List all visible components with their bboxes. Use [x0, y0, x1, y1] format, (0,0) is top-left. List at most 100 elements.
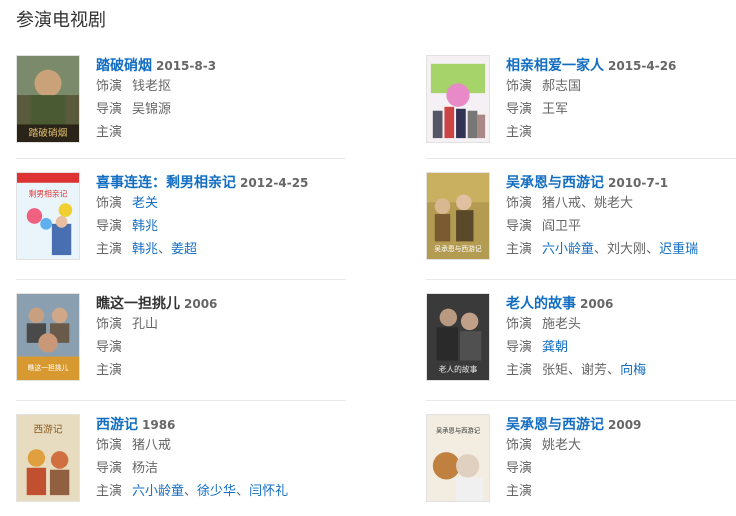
divider [16, 158, 346, 159]
cast-label: 主演 [96, 484, 123, 499]
role-value: 郝志国 [542, 79, 582, 94]
drama-date: 2015-4-26 [608, 59, 677, 73]
drama-title[interactable]: 相亲相爱一家人 [506, 58, 604, 74]
drama-card: 踏破硝烟 踏破硝烟 2015-8-3 饰演 钱老抠 导演 吴锦源 主演 [16, 55, 336, 151]
poster-title: 吴承恩与西游记 [434, 244, 482, 253]
drama-card: 吴承恩与西游记 吴承恩与西游记 2010-7-1 饰演 猪八戒、姚老大 导演 阎卫平 … [426, 172, 736, 268]
drama-title[interactable]: 吴承恩与西游记 [506, 417, 604, 433]
separator: 、 [158, 242, 172, 257]
role-value: 施老头 [542, 317, 582, 332]
role-value: 钱老抠 [132, 79, 172, 94]
director-label: 导演 [96, 340, 123, 355]
drama-date: 2010-7-1 [608, 176, 669, 190]
cast-label: 主演 [96, 125, 123, 140]
poster-image[interactable]: 吴承恩与西游记 [426, 414, 490, 502]
poster-image[interactable] [426, 55, 490, 143]
role-value: 猪八戒、姚老大 [542, 196, 634, 211]
poster-image[interactable]: 吴承恩与西游记 [426, 172, 490, 260]
drama-date: 1986 [142, 418, 176, 432]
director-label: 导演 [96, 102, 123, 117]
director-label: 导演 [506, 461, 533, 476]
section-title: 参演电视剧 [16, 10, 106, 31]
cast-link[interactable]: 姜超 [171, 242, 197, 257]
role-value[interactable]: 老关 [132, 196, 158, 211]
poster-image[interactable]: 剩男相亲记 [16, 172, 80, 260]
cast-link[interactable]: 徐少华 [197, 484, 236, 499]
cast-link[interactable]: 闫怀礼 [249, 484, 288, 499]
role-label: 饰演 [96, 196, 123, 211]
poster-title: 踏破硝烟 [29, 126, 68, 139]
divider [426, 279, 736, 280]
director-label: 导演 [96, 461, 123, 476]
director-label: 导演 [506, 340, 533, 355]
drama-date: 2009 [608, 418, 642, 432]
divider [16, 279, 346, 280]
drama-date: 2006 [184, 297, 218, 311]
drama-title[interactable]: 踏破硝烟 [96, 58, 152, 74]
drama-card: 相亲相爱一家人 2015-4-26 饰演 郝志国 导演 王军 主演 [426, 55, 736, 151]
drama-title[interactable]: 西游记 [96, 417, 138, 433]
role-label: 饰演 [506, 79, 533, 94]
director-value: 王军 [542, 102, 569, 117]
separator: 、 [184, 484, 198, 499]
role-value: 猪八戒 [132, 438, 172, 453]
poster-title: 剩男相亲记 [29, 188, 68, 198]
cast-link[interactable]: 向梅 [620, 363, 646, 378]
poster-title: 瞧这一担挑儿 [28, 363, 69, 372]
drama-card: 吴承恩与西游记 吴承恩与西游记 2009 饰演 姚老大 导演 主演 [426, 414, 736, 510]
separator: 、 [607, 363, 621, 378]
poster-image[interactable]: 瞧这一担挑儿 [16, 293, 80, 381]
cast-label: 主演 [96, 242, 123, 257]
cast-link[interactable]: 六小龄童 [132, 484, 184, 499]
drama-date: 2015-8-3 [156, 59, 217, 73]
poster-title: 西游记 [33, 423, 62, 436]
poster-image[interactable]: 老人的故事 [426, 293, 490, 381]
poster-title: 老人的故事 [439, 364, 478, 374]
drama-card: 老人的故事 老人的故事 2006 饰演 施老头 导演 龚朝 主演 张矩、谢芳、向梅 [426, 293, 736, 389]
cast-name: 张矩 [542, 363, 569, 378]
drama-card: 西游记 西游记 1986 饰演 猪八戒 导演 杨洁 主演 六小龄童、徐少华、闫怀礼 [16, 414, 336, 510]
drama-title[interactable]: 吴承恩与西游记 [506, 175, 604, 191]
role-value: 孔山 [132, 317, 159, 332]
drama-card: 瞧这一担挑儿 瞧这一担挑儿 2006 饰演 孔山 导演 主演 [16, 293, 336, 389]
cast-name: 刘大刚 [607, 242, 647, 257]
cast-link[interactable]: 六小龄童 [542, 242, 594, 257]
role-label: 饰演 [96, 79, 123, 94]
poster-image[interactable]: 踏破硝烟 [16, 55, 80, 143]
drama-date: 2006 [580, 297, 614, 311]
director-label: 导演 [506, 219, 533, 234]
director-label: 导演 [506, 102, 533, 117]
director-link[interactable]: 龚朝 [542, 340, 568, 355]
role-label: 饰演 [506, 317, 533, 332]
director-link[interactable]: 韩兆 [132, 219, 158, 234]
director-value: 杨洁 [132, 461, 159, 476]
drama-card: 剩男相亲记 喜事连连：剩男相亲记 2012-4-25 饰演 老关 导演 韩兆 主演 韩兆… [16, 172, 336, 268]
director-value: 吴锦源 [132, 102, 172, 117]
cast-link[interactable]: 韩兆 [132, 242, 158, 257]
role-label: 饰演 [506, 438, 533, 453]
drama-title[interactable]: 瞧这一担挑儿 [96, 296, 180, 312]
drama-title[interactable]: 老人的故事 [506, 296, 576, 312]
poster-title: 吴承恩与西游记 [436, 426, 481, 435]
cast-label: 主演 [96, 363, 123, 378]
drama-title[interactable]: 喜事连连：剩男相亲记 [96, 175, 236, 191]
role-label: 饰演 [506, 196, 533, 211]
director-label: 导演 [96, 219, 123, 234]
cast-link[interactable]: 迟重瑞 [659, 242, 698, 257]
role-label: 饰演 [96, 438, 123, 453]
role-value: 姚老大 [542, 438, 582, 453]
divider [16, 400, 346, 401]
cast-name: 谢芳 [581, 363, 608, 378]
cast-label: 主演 [506, 125, 533, 140]
divider [426, 158, 736, 159]
cast-label: 主演 [506, 363, 533, 378]
director-value: 阎卫平 [542, 219, 582, 234]
divider [426, 400, 736, 401]
role-label: 饰演 [96, 317, 123, 332]
cast-label: 主演 [506, 484, 533, 499]
drama-date: 2012-4-25 [240, 176, 309, 190]
separator: 、 [568, 363, 582, 378]
poster-image[interactable]: 西游记 [16, 414, 80, 502]
separator: 、 [236, 484, 250, 499]
cast-label: 主演 [506, 242, 533, 257]
